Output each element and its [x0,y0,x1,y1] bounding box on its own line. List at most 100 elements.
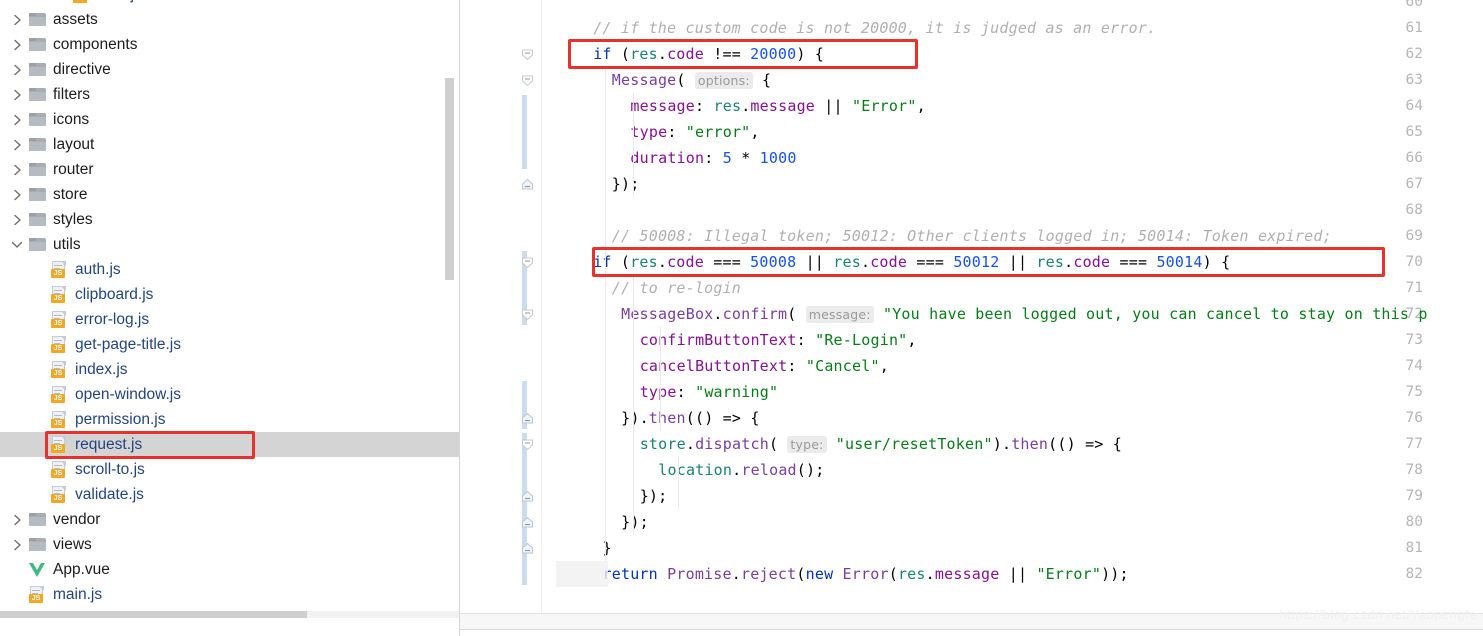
tree-item-main-js[interactable]: JS main.js [0,582,459,607]
tree-item-label: App.vue [53,561,110,578]
js-file-icon: JS [48,332,70,357]
project-tree-list[interactable]: JS user.js assets components directive filter… [0,0,459,607]
code-line-71[interactable]: // to re-login [612,275,741,301]
tree-item-label: clipboard.js [75,286,154,303]
chevron-right-icon[interactable] [8,507,26,532]
fold-expand-icon[interactable] [521,542,534,555]
tree-item-label: components [53,36,138,53]
code-line-69[interactable]: // 50008: Illegal token; 50012: Other cl… [612,223,1332,249]
tree-item-vendor[interactable]: vendor [0,507,459,532]
line-number: 79 [1405,488,1423,504]
code-line-61[interactable]: // if the custom code is not 20000, it i… [593,15,1156,41]
line-number: 64 [1405,98,1423,114]
js-file-icon: JS [48,482,70,507]
code-line-78[interactable]: location.reload(); [658,457,824,483]
chevron-down-icon[interactable] [8,232,26,257]
chevron-right-icon[interactable] [8,182,26,207]
chevron-right-icon[interactable] [8,57,26,82]
js-file-icon: JS [48,432,70,457]
tree-item-styles[interactable]: styles [0,207,459,232]
code-line-74[interactable]: cancelButtonText: "Cancel", [640,353,889,379]
tree-item-label: utils [53,236,81,253]
tree-item-views[interactable]: views [0,532,459,557]
code-line-67[interactable]: }); [612,171,640,197]
tree-item-icons[interactable]: icons [0,107,459,132]
fold-collapse-icon[interactable] [521,74,534,87]
fold-collapse-icon[interactable] [521,438,534,451]
tree-item-assets[interactable]: assets [0,7,459,32]
tree-item-store[interactable]: store [0,182,459,207]
tree-item-layout[interactable]: layout [0,132,459,157]
code-line-63[interactable]: Message( options: { [612,67,771,93]
code-line-62[interactable]: if (res.code !== 20000) { [593,41,824,67]
code-line-81[interactable]: } [603,535,612,561]
tree-item-validate-js[interactable]: JS validate.js [0,482,459,507]
code-line-64[interactable]: message: res.message || "Error", [630,93,925,119]
vcs-change-bar[interactable] [522,95,527,169]
tree-item-open-window-js[interactable]: JS open-window.js [0,382,459,407]
chevron-right-icon[interactable] [8,157,26,182]
chevron-right-icon[interactable] [8,32,26,57]
line-number: 70 [1405,254,1423,270]
tree-item-get-page-title-js[interactable]: JS get-page-title.js [0,332,459,357]
tree-item-components[interactable]: components [0,32,459,57]
fold-expand-icon[interactable] [521,178,534,191]
fold-collapse-icon[interactable] [521,308,534,321]
fold-collapse-icon[interactable] [521,256,534,269]
tree-item-label: directive [53,61,111,78]
fold-expand-icon[interactable] [521,412,534,425]
code-line-79[interactable]: }); [640,483,668,509]
chevron-right-icon[interactable] [8,132,26,157]
tree-item-label: vendor [53,511,101,528]
tree-item-auth-js[interactable]: JS auth.js [0,257,459,282]
code-line-73[interactable]: confirmButtonText: "Re-Login", [640,327,917,353]
tree-item-utils[interactable]: utils [0,232,459,257]
tree-item-permission-js[interactable]: JS permission.js [0,407,459,432]
folder-icon [26,207,48,232]
tree-item-index-js[interactable]: JS index.js [0,357,459,382]
tree-item-app-vue[interactable]: App.vue [0,557,459,582]
folder-icon [26,32,48,57]
chevron-right-icon[interactable] [8,82,26,107]
chevron-right-icon[interactable] [8,7,26,32]
tree-item-router[interactable]: router [0,157,459,182]
tree-item-label: views [53,536,92,553]
tree-item-user-js[interactable]: JS user.js [0,0,459,7]
line-number: 66 [1405,150,1423,166]
tree-item-request-js[interactable]: JS request.js [0,432,459,457]
tree-item-filters[interactable]: filters [0,82,459,107]
chevron-right-icon[interactable] [8,107,26,132]
code-line-76[interactable]: }).then(() => { [621,405,760,431]
chevron-right-icon[interactable] [8,207,26,232]
editor-area[interactable]: 60 61 62 63 64 65 66 67 68 69 70 71 72 73 74 75 76 77 78 79… [460,0,1483,636]
code-line-65[interactable]: type: "error", [630,119,759,145]
line-number: 75 [1405,384,1423,400]
code-line-66[interactable]: duration: 5 * 1000 [630,145,796,171]
tree-vertical-scrollbar-thumb[interactable] [445,78,454,280]
tree-item-clipboard-js[interactable]: JS clipboard.js [0,282,459,307]
caret-row-highlight [556,561,608,587]
tree-item-directive[interactable]: directive [0,57,459,82]
chevron-right-icon[interactable] [8,532,26,557]
indent-guide [633,275,634,535]
tree-item-label: router [53,161,94,178]
line-number: 82 [1405,566,1423,582]
code-line-77[interactable]: store.dispatch( type: "user/resetToken")… [640,431,1122,457]
tree-item-label: error-log.js [75,311,150,328]
fold-expand-icon[interactable] [521,490,534,503]
code-line-70[interactable]: if (res.code === 50008 || res.code === 5… [593,249,1230,275]
code-line-72[interactable]: MessageBox.confirm( message: "You have b… [621,301,1428,327]
tree-item-error-log-js[interactable]: JS error-log.js [0,307,459,332]
tree-item-label: auth.js [75,261,121,278]
project-tree-panel[interactable]: JS user.js assets components directive filter… [0,0,460,636]
line-number: 74 [1405,358,1423,374]
tree-horizontal-scrollbar-thumb[interactable] [0,611,307,618]
js-file-icon: JS [48,282,70,307]
code-line-80[interactable]: }); [621,509,649,535]
fold-expand-icon[interactable] [521,516,534,529]
tree-item-scroll-to-js[interactable]: JS scroll-to.js [0,457,459,482]
vcs-change-bar[interactable] [522,433,527,585]
code-line-82[interactable]: return Promise.reject(new Error(res.mess… [603,561,1129,587]
fold-collapse-icon[interactable] [521,48,534,61]
